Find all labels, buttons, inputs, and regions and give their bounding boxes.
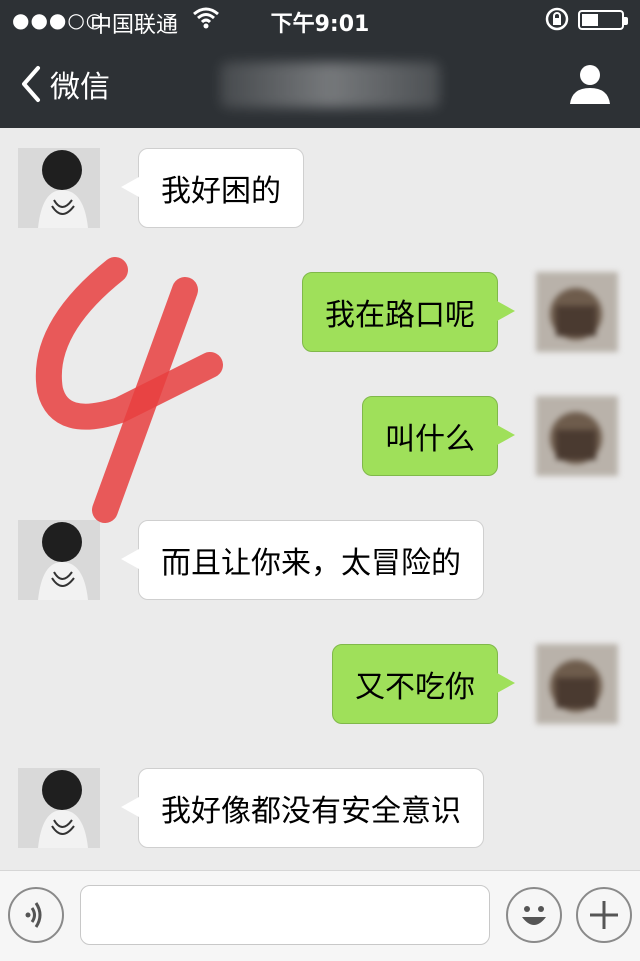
nav-bar: 微信 — [0, 40, 640, 128]
contact-avatar[interactable] — [18, 768, 100, 848]
my-avatar[interactable] — [536, 644, 618, 724]
back-button[interactable]: 微信 — [18, 62, 110, 106]
emoji-icon[interactable] — [506, 887, 562, 943]
incoming-bubble[interactable]: 我好像都没有安全意识 — [121, 768, 484, 848]
battery-icon — [578, 10, 628, 30]
plus-icon[interactable] — [576, 887, 632, 943]
status-bar: ●●●○○ 中国联通 下午9:01 — [0, 0, 640, 40]
person-icon[interactable] — [568, 62, 612, 106]
my-avatar[interactable] — [536, 396, 618, 476]
contact-title-blurred — [220, 62, 440, 108]
my-avatar[interactable] — [536, 272, 618, 352]
incoming-bubble[interactable]: 而且让你来，太冒险的 — [121, 520, 484, 600]
outgoing-bubble[interactable]: 叫什么 — [362, 396, 515, 476]
back-label: 微信 — [50, 70, 110, 105]
lock-rotation-icon — [544, 6, 570, 38]
contact-avatar[interactable] — [18, 148, 100, 228]
input-toolbar — [0, 870, 640, 961]
message-input[interactable] — [80, 885, 490, 945]
incoming-bubble[interactable]: 我好困的 — [121, 148, 304, 228]
top-bar: ●●●○○ 中国联通 下午9:01 微信 — [0, 0, 640, 128]
outgoing-bubble[interactable]: 我在路口呢 — [302, 272, 515, 352]
voice-icon[interactable] — [8, 887, 64, 943]
outgoing-bubble[interactable]: 又不吃你 — [332, 644, 515, 724]
back-chevron-icon — [22, 66, 40, 102]
contact-avatar[interactable] — [18, 520, 100, 600]
red-annotation-mark — [35, 257, 223, 523]
